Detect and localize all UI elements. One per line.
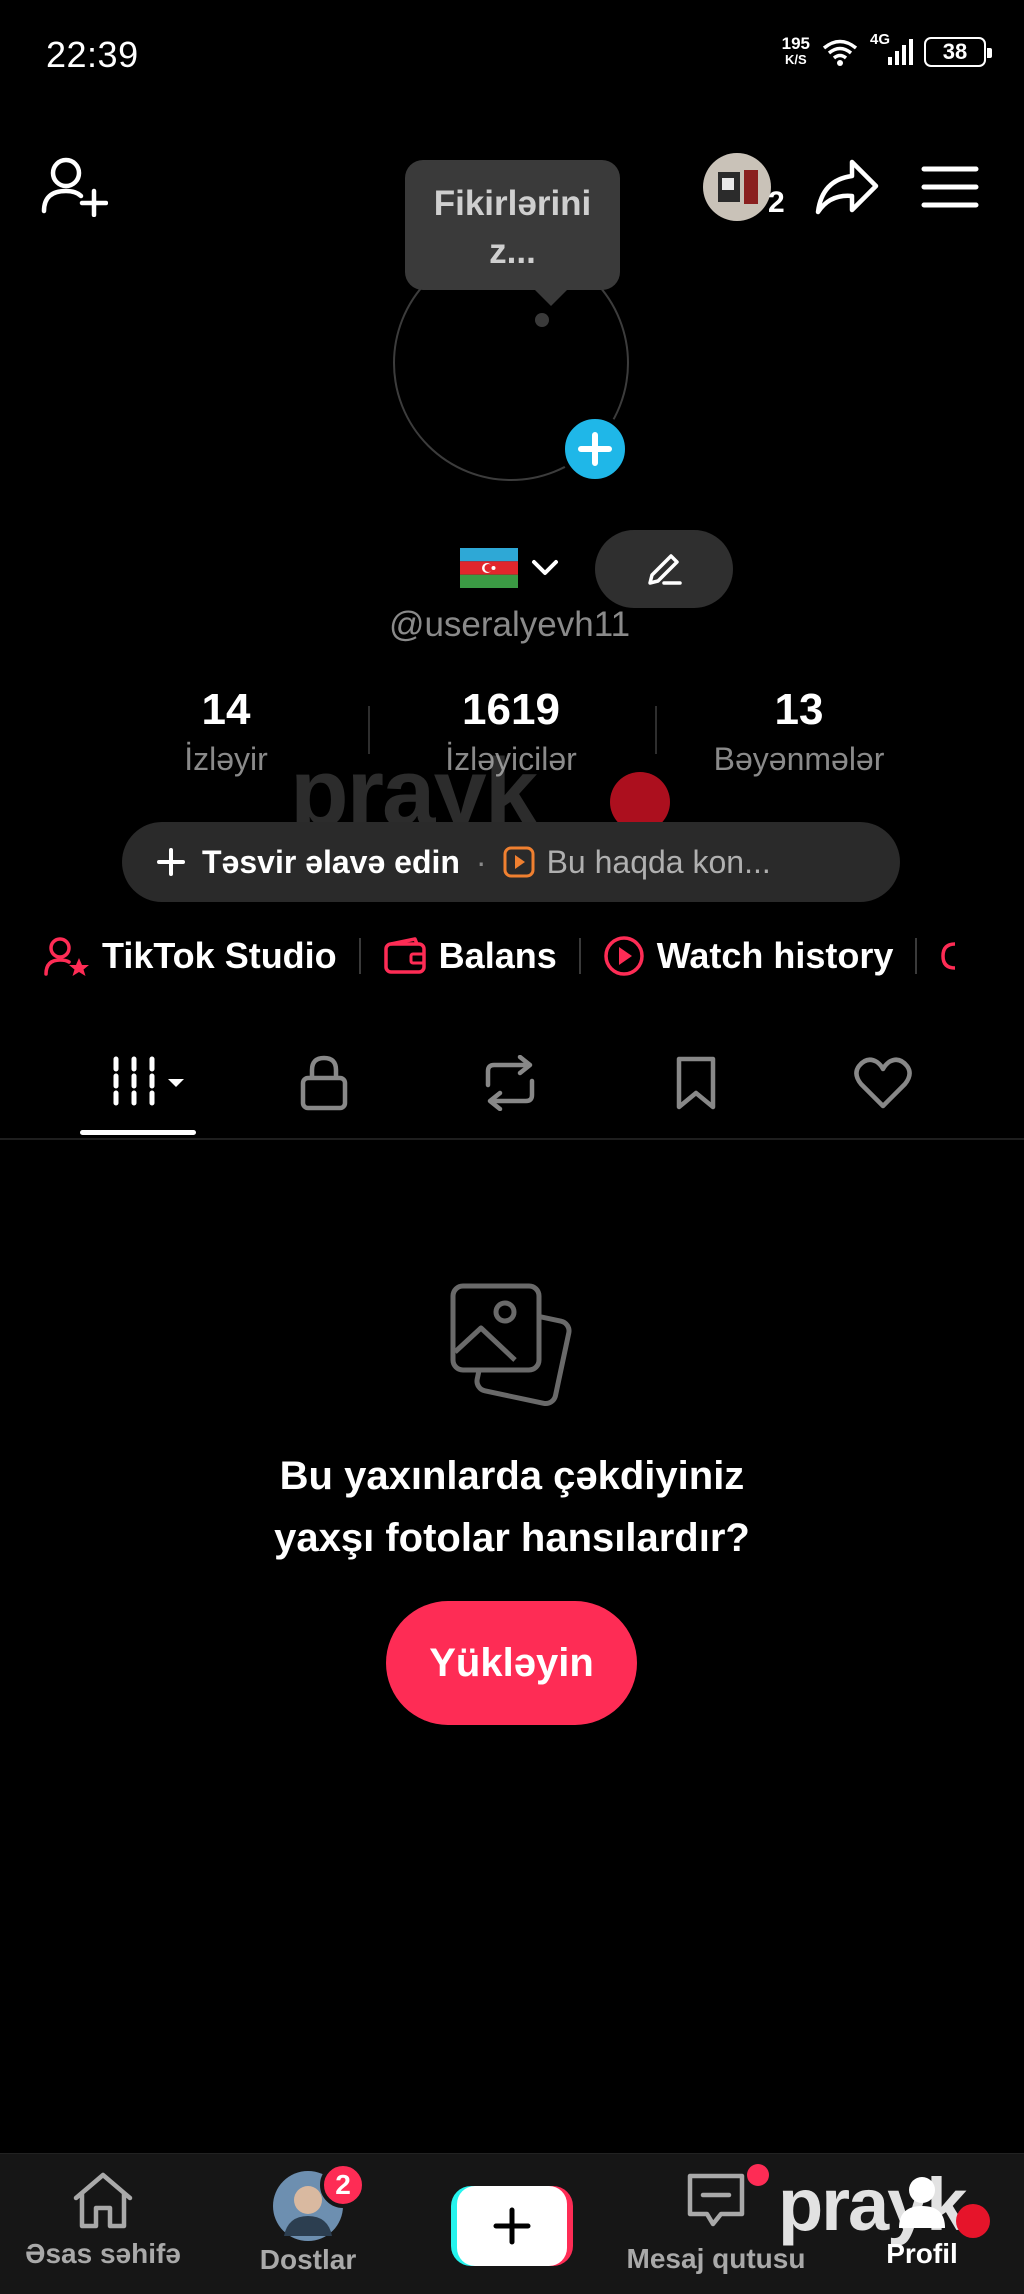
watermark-corner-dot: [956, 2204, 990, 2238]
creator-star-icon: [44, 937, 89, 976]
stat-divider: [655, 706, 657, 754]
chevron-down-icon: [532, 560, 558, 575]
story-avatars[interactable]: 2: [702, 152, 790, 222]
heart-icon: [854, 1057, 912, 1109]
upload-button[interactable]: Yükləyin: [386, 1601, 637, 1725]
inbox-notification-dot: [747, 2164, 769, 2186]
tab-saved[interactable]: [656, 1048, 736, 1118]
thoughts-tooltip[interactable]: Fikirlərini z...: [405, 160, 620, 306]
add-avatar-button[interactable]: [560, 414, 630, 484]
status-icons: 195 K/S 4G 38: [781, 31, 992, 68]
plus-icon: [493, 2207, 531, 2245]
nav-home[interactable]: Əsas səhifə: [3, 2170, 203, 2270]
link-divider: [915, 938, 918, 974]
stat-likes[interactable]: 13 Bəyənmələr: [669, 685, 929, 778]
cellular-signal-icon: 4G: [870, 31, 914, 67]
tab-videos[interactable]: [98, 1048, 194, 1118]
username: @useralyevh11: [388, 605, 631, 644]
nav-friends[interactable]: 2 Dostlar: [208, 2162, 408, 2276]
repost-icon: [485, 1055, 535, 1111]
likes-count: 13: [774, 685, 824, 734]
tab-private[interactable]: [284, 1048, 364, 1118]
hamburger-icon: [921, 166, 979, 208]
link-divider: [578, 938, 581, 974]
more-link-icon[interactable]: [939, 936, 959, 976]
status-time: 22:39: [46, 34, 139, 75]
country-selector[interactable]: [460, 544, 570, 592]
tab-liked[interactable]: [843, 1048, 923, 1118]
pencil-icon: [648, 554, 682, 585]
wifi-icon: [822, 39, 858, 66]
profile-tabs: [0, 1030, 1024, 1140]
tab-reposts[interactable]: [470, 1048, 550, 1118]
plus-icon: [157, 848, 185, 876]
watch-history-link[interactable]: Watch history: [603, 935, 893, 977]
grid-dropdown-icon: [113, 1056, 184, 1110]
link-divider: [358, 938, 361, 974]
photos-icon: [450, 1283, 572, 1407]
followers-count: 1619: [462, 685, 560, 734]
create-button[interactable]: [451, 2186, 573, 2266]
add-description-label[interactable]: Təsvir əlavə edin: [202, 844, 460, 881]
tiktok-studio-link[interactable]: TikTok Studio: [44, 935, 337, 977]
story-count: 2: [768, 186, 785, 219]
tooltip-pointer-dot: [535, 313, 549, 327]
share-icon: [815, 159, 879, 215]
status-bar: 22:39 195 K/S 4G 38: [0, 0, 1024, 110]
bio-bar[interactable]: Təsvir əlavə edin · Bu haqda kon...: [122, 822, 900, 902]
story-avatar-icon: [703, 153, 771, 221]
bio-separator: ·: [475, 843, 487, 880]
bookmark-icon: [676, 1056, 716, 1110]
inbox-icon: [687, 2173, 745, 2227]
about-label[interactable]: Bu haqda kon...: [547, 844, 771, 881]
play-square-icon: [503, 846, 535, 878]
battery-indicator: 38: [924, 37, 992, 67]
friends-badge: 2: [320, 2162, 366, 2208]
quick-links: TikTok Studio Balans Watch history: [44, 935, 959, 977]
add-user-icon: [41, 157, 108, 217]
share-button[interactable]: [812, 152, 882, 222]
empty-state: [445, 1280, 579, 1410]
lock-icon: [300, 1055, 348, 1111]
active-tab-indicator: [80, 1130, 196, 1135]
menu-button[interactable]: [918, 155, 982, 219]
likes-label: Bəyənmələr: [713, 741, 885, 777]
home-icon: [73, 2172, 133, 2229]
balance-link[interactable]: Balans: [383, 935, 557, 977]
play-circle-icon: [603, 936, 644, 976]
network-speed: 195 K/S: [781, 34, 810, 67]
edit-profile-button[interactable]: [595, 530, 733, 608]
add-friend-button[interactable]: [38, 152, 110, 220]
plus-icon: [578, 432, 612, 466]
following-count: 14: [201, 685, 251, 734]
empty-state-message: Bu yaxınlarda çəkdiyiniz yaxşı fotolar h…: [274, 1454, 750, 1560]
azerbaijan-flag-icon: [460, 548, 518, 588]
watermark-corner: prayk: [778, 2163, 967, 2246]
wallet-icon: [383, 937, 426, 974]
